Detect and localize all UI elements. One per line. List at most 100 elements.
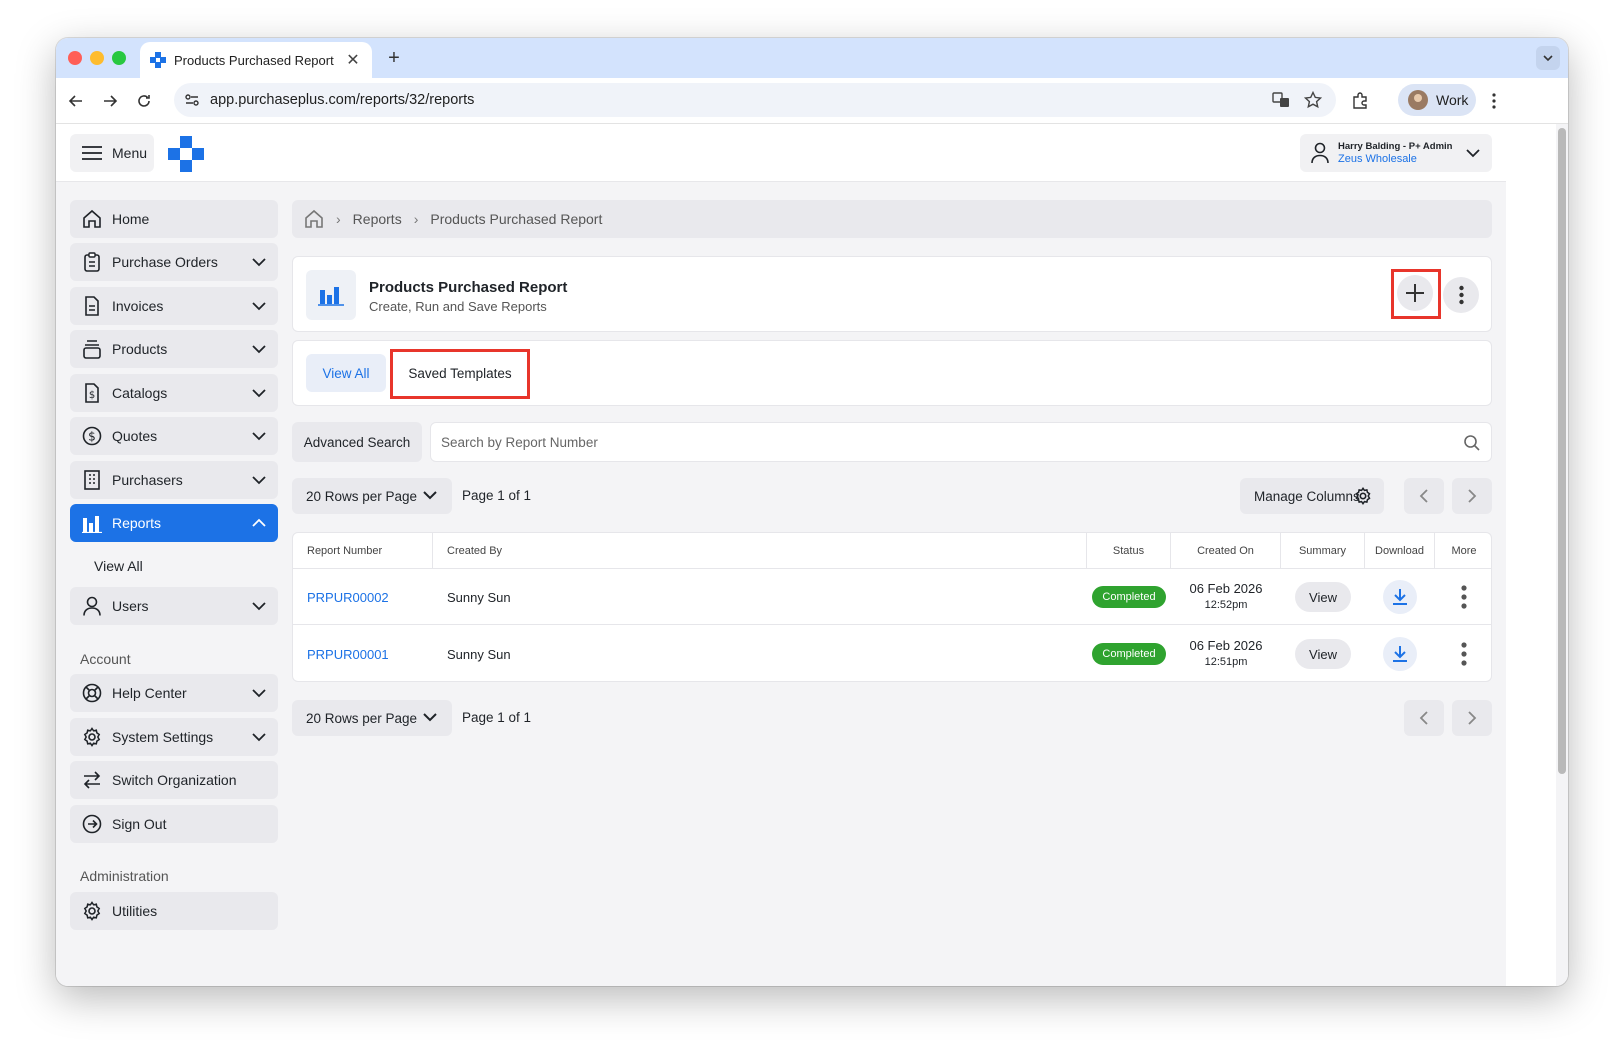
sidebar-item-label: Utilities bbox=[112, 903, 158, 919]
tab-view-all[interactable]: View All bbox=[306, 354, 386, 392]
report-number-link[interactable]: PRPUR00001 bbox=[307, 626, 389, 681]
manage-columns-label: Manage Columns bbox=[1254, 488, 1360, 504]
sidebar-item-purchase-orders[interactable]: Purchase Orders bbox=[70, 243, 278, 281]
status-badge: Completed bbox=[1092, 586, 1166, 608]
created-on-cell: 06 Feb 2026 12:51pm bbox=[1171, 626, 1281, 681]
view-summary-button[interactable]: View bbox=[1295, 582, 1351, 612]
reload-button[interactable] bbox=[132, 89, 156, 113]
sidebar-item-utilities[interactable]: Utilities bbox=[70, 892, 278, 930]
purchaseplus-logo-icon[interactable] bbox=[168, 136, 204, 172]
more-options-button[interactable] bbox=[1443, 277, 1479, 313]
chevron-down-icon bbox=[252, 733, 266, 742]
sidebar-item-help-center[interactable]: Help Center bbox=[70, 674, 278, 712]
gear-icon bbox=[83, 901, 101, 921]
chevron-down-icon bbox=[423, 713, 437, 722]
omnibox[interactable]: app.purchaseplus.com/reports/32/reports bbox=[174, 83, 1336, 117]
home-icon bbox=[83, 209, 101, 228]
user-menu-button[interactable]: Harry Balding - P+ Admin Zeus Wholesale bbox=[1300, 134, 1492, 172]
browser-menu-button[interactable] bbox=[1482, 89, 1506, 113]
minimize-window-button[interactable] bbox=[90, 51, 104, 65]
gear-icon bbox=[83, 727, 101, 747]
sidebar-item-products[interactable]: Products bbox=[70, 330, 278, 368]
previous-page-button-bottom[interactable] bbox=[1404, 700, 1444, 736]
chevron-up-icon bbox=[252, 518, 266, 527]
breadcrumb-reports[interactable]: Reports bbox=[353, 211, 402, 227]
menu-button[interactable]: Menu bbox=[70, 134, 154, 172]
report-number-link[interactable]: PRPUR00002 bbox=[307, 569, 389, 625]
browser-tab-strip: Products Purchased Report ✕ + bbox=[56, 38, 1568, 78]
kebab-menu-icon bbox=[1492, 93, 1496, 109]
sidebar-item-invoices[interactable]: Invoices bbox=[70, 287, 278, 325]
browser-window: Products Purchased Report ✕ + app.purcha… bbox=[56, 38, 1568, 986]
kebab-menu-icon bbox=[1458, 285, 1464, 305]
next-page-button-bottom[interactable] bbox=[1452, 700, 1492, 736]
tab-search-button[interactable] bbox=[1536, 46, 1560, 70]
user-organization: Zeus Wholesale bbox=[1338, 153, 1417, 165]
highlight-box bbox=[390, 349, 530, 399]
catalog-dollar-icon: $ bbox=[85, 383, 99, 403]
forward-button[interactable] bbox=[98, 89, 122, 113]
rows-per-page-select-bottom[interactable]: 20 Rows per Page bbox=[292, 700, 452, 736]
created-by-cell: Sunny Sun bbox=[447, 589, 511, 605]
row-more-button[interactable] bbox=[1435, 569, 1491, 625]
profile-button[interactable]: Work bbox=[1398, 84, 1476, 116]
sidebar-item-home[interactable]: Home bbox=[70, 200, 278, 238]
row-more-button[interactable] bbox=[1435, 626, 1491, 681]
kebab-menu-icon bbox=[1461, 585, 1467, 609]
zoom-window-button[interactable] bbox=[112, 51, 126, 65]
created-date: 06 Feb 2026 bbox=[1189, 638, 1263, 653]
sidebar-subitem-view-all[interactable]: View All bbox=[94, 558, 143, 574]
sidebar-item-switch-organization[interactable]: Switch Organization bbox=[70, 761, 278, 799]
page-title: Products Purchased Report bbox=[369, 279, 568, 296]
sidebar-section-account: Account bbox=[80, 651, 131, 667]
bar-chart-icon bbox=[318, 287, 344, 306]
sidebar-item-catalogs[interactable]: $ Catalogs bbox=[70, 374, 278, 412]
lifebuoy-icon bbox=[82, 683, 102, 703]
breadcrumb: › Reports › Products Purchased Report bbox=[292, 200, 1492, 238]
sidebar-item-sign-out[interactable]: Sign Out bbox=[70, 805, 278, 843]
page-scrollbar[interactable] bbox=[1556, 124, 1568, 986]
back-button[interactable] bbox=[64, 89, 88, 113]
sidebar-item-label: Products bbox=[112, 341, 168, 357]
sidebar-item-purchasers[interactable]: Purchasers bbox=[70, 461, 278, 499]
next-page-button[interactable] bbox=[1452, 478, 1492, 514]
report-header-card: Products Purchased Report Create, Run an… bbox=[292, 256, 1492, 332]
user-icon bbox=[1311, 142, 1329, 164]
scrollbar-thumb[interactable] bbox=[1558, 128, 1566, 774]
chevron-down-icon bbox=[252, 476, 266, 485]
created-on-cell: 06 Feb 2026 12:52pm bbox=[1171, 569, 1281, 625]
new-tab-button[interactable]: + bbox=[382, 46, 406, 70]
chevron-down-icon bbox=[252, 602, 266, 611]
close-tab-icon[interactable]: ✕ bbox=[344, 50, 362, 70]
status-badge: Completed bbox=[1092, 643, 1166, 665]
rows-per-page-select[interactable]: 20 Rows per Page bbox=[292, 478, 452, 514]
previous-page-button[interactable] bbox=[1404, 478, 1444, 514]
sidebar-item-reports[interactable]: Reports bbox=[70, 504, 278, 542]
translate-icon[interactable] bbox=[1272, 91, 1290, 109]
browser-tab[interactable]: Products Purchased Report ✕ bbox=[140, 42, 372, 78]
created-date: 06 Feb 2026 bbox=[1189, 581, 1263, 596]
chevron-left-icon bbox=[1419, 711, 1428, 725]
sidebar-item-label: Reports bbox=[112, 515, 162, 531]
manage-columns-button[interactable]: Manage Columns bbox=[1240, 478, 1384, 514]
view-summary-button[interactable]: View bbox=[1295, 639, 1351, 669]
download-button[interactable] bbox=[1383, 637, 1417, 671]
close-window-button[interactable] bbox=[68, 51, 82, 65]
chevron-left-icon bbox=[1419, 489, 1428, 503]
sidebar-item-system-settings[interactable]: System Settings bbox=[70, 718, 278, 756]
column-header-created-by: Created By bbox=[433, 533, 1087, 569]
sidebar-item-quotes[interactable]: $ Quotes bbox=[70, 417, 278, 455]
avatar bbox=[1408, 90, 1428, 110]
extensions-button[interactable] bbox=[1348, 89, 1372, 113]
search-icon[interactable] bbox=[1463, 434, 1481, 452]
sidebar-item-users[interactable]: Users bbox=[70, 587, 278, 625]
download-button[interactable] bbox=[1383, 580, 1417, 614]
page-info: Page 1 of 1 bbox=[462, 488, 532, 503]
search-input[interactable]: Search by Report Number bbox=[430, 422, 1492, 462]
chevron-down-icon bbox=[252, 389, 266, 398]
chevron-down-icon bbox=[423, 491, 437, 500]
home-icon[interactable] bbox=[304, 209, 324, 229]
advanced-search-button[interactable]: Advanced Search bbox=[292, 422, 422, 462]
document-icon bbox=[85, 296, 99, 316]
bookmark-star-icon[interactable] bbox=[1304, 91, 1322, 109]
